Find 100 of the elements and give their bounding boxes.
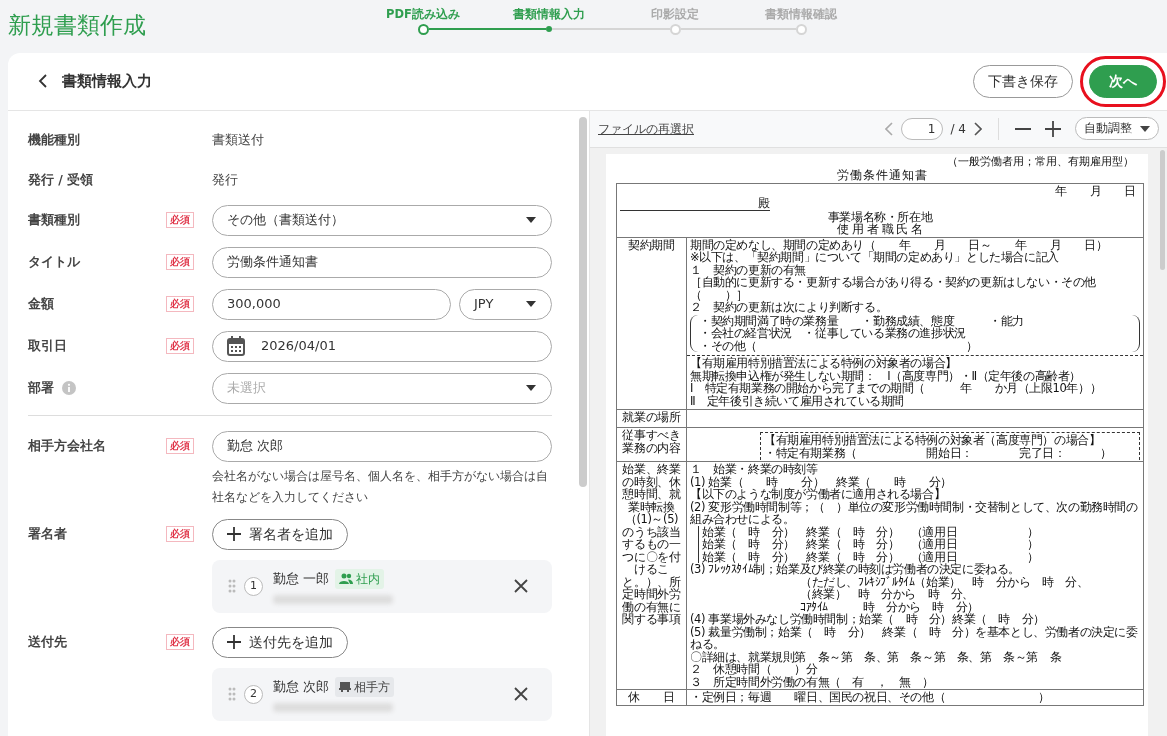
doc-text: ［自動的に更新する・更新する場合があり得る・契約の更新はしない・その他（ ）］ (690, 276, 1097, 301)
currency-select[interactable]: JPY (459, 288, 552, 320)
scrollbar[interactable] (1160, 149, 1165, 270)
caret-icon (525, 384, 537, 392)
doc-text: 始業（ 時 分） 終業（ 時 分） （適用日 ） (702, 525, 1040, 538)
calendar-icon (227, 336, 245, 356)
doc-text: ※以下は、「契約期間」について「期間の定めあり」とした場合に記入 (690, 251, 1059, 264)
help-text: 会社名がない場合は屋号名、個人名を、相手方がない場合は自社名などを入力してください (212, 467, 549, 506)
field-label: 機能種別 (28, 130, 80, 149)
step-label: 書類情報入力 (513, 6, 585, 22)
row-label: 従事すべき業務の内容 (616, 427, 687, 462)
doc-text: ２ 契約の更新は次により判断する。 (690, 301, 889, 314)
input-field[interactable]: 300,000 (212, 288, 451, 320)
select-field[interactable]: その他（書類送付） (212, 204, 552, 236)
doc-text: 期間の定めなし、期間の定めあり（ 年 月 日～ 年 月 日） (690, 238, 1109, 251)
required-badge: 必須 (166, 338, 194, 354)
person-name: 勤怠 一郎 (273, 569, 330, 588)
add-button[interactable]: 送付先を追加 (212, 626, 348, 658)
zoom-select[interactable]: 自動調整 (1075, 117, 1159, 140)
date-field[interactable]: 2026/04/01 (212, 330, 552, 362)
back-icon[interactable] (38, 74, 48, 88)
step-label: 書類情報確認 (765, 6, 837, 22)
caret-icon (525, 300, 537, 308)
close-icon[interactable] (514, 687, 528, 701)
plus-icon (227, 635, 241, 649)
doc-text: 無期転換申込権が発生しない期間： Ⅰ（高度専門）・Ⅱ（定年後の高齢者） (690, 369, 1083, 382)
input-field[interactable]: 勤怠 次郎 (212, 430, 552, 462)
field-label: 金額 (28, 294, 54, 313)
doc-text: ・契約期間満了時の業務量 ・勤務成績、態度 ・能力 (699, 314, 1025, 327)
doc-text: 〇詳細は、就業規則第 条～第 条、第 条～第 条、第 条～第 条 (690, 650, 1063, 663)
doc-text: ・定例日；毎週 曜日、国民の祝日、その他（ ） (690, 691, 1051, 704)
doc-text: 始業（ 時 分） 終業（ 時 分） （適用日 ） (702, 538, 1040, 551)
doc-text: 使 用 者 職 氏 名 (837, 223, 923, 236)
chevron-right-icon[interactable] (974, 121, 982, 136)
doc-text: 【以下のような制度が労働者に適用される場合】 (690, 488, 946, 501)
building-icon (339, 681, 352, 692)
people-icon (339, 573, 354, 584)
scrollbar[interactable] (579, 116, 587, 487)
input-field[interactable]: 労働条件通知書 (212, 246, 552, 278)
doc-text: ２ 休憩時間（ ）分 (690, 663, 818, 676)
required-badge: 必須 (166, 212, 194, 228)
doc-text: 始業（ 時 分） 終業（ 時 分） （適用日 ） (702, 550, 1040, 563)
row-label: 始業、終業の時刻、休憩時間、就業時転換（(1)～(5)のうち該当するもの一つに〇を付けること。）、所定時間外労働の有無に関する事項 (616, 461, 687, 690)
step-label: PDF読み込み (386, 6, 460, 22)
doc-text: (4) 事業場外みなし労働時間制；始業（ 時 分）終業（ 時 分） (690, 613, 1045, 626)
order-number: 2 (244, 684, 263, 704)
field-value: 書類送付 (212, 130, 264, 149)
doc-text: (5) 裁量労働制；始業（ 時 分） 終業（ 時 分）を基本とし、労働者の決定に委ねる。 (690, 625, 1139, 651)
field-label: 相手方会社名 (28, 436, 106, 455)
add-button[interactable]: 署名者を追加 (212, 518, 348, 550)
field-value: 発行 (212, 170, 238, 189)
doc-text: (1) 始業（ 時 分） 終業（ 時 分） (690, 475, 953, 488)
reselect-file-link[interactable]: ファイルの再選択 (598, 119, 694, 138)
doc-text: １ 契約の更新の有無 (690, 263, 807, 276)
tag-label: 相手方 (354, 678, 391, 696)
zoom-in-icon[interactable] (1045, 120, 1061, 137)
doc-title: 労働条件通知書 (835, 167, 929, 182)
caret-icon (525, 216, 537, 224)
doc-text: １ 始業・終業の時刻等 (690, 463, 819, 476)
page-title: 新規書類作成 (7, 11, 147, 40)
doc-text: Ⅰ 特定有期業務の開始から完了までの期間（ 年 か月（上限10年）） (690, 382, 1103, 395)
doc-text: 【有期雇用特別措置法による特例の対象者の場合】 (690, 357, 958, 370)
step-label: 印影設定 (651, 6, 699, 22)
doc-text: Ⅱ 定年後引き続いて雇用されている期間 (690, 394, 905, 407)
page-total: / 4 (950, 120, 966, 138)
doc-text: 年 月 日 (1053, 184, 1137, 197)
field-label: 取引日 (28, 336, 67, 355)
doc-text: ｺｱﾀｲﾑ 時 分から 時 分） (800, 600, 980, 613)
doc-text: ・会社の経営状況 ・従事している業務の進捗状況 (699, 327, 967, 340)
doc-text: ３ 所定時間外労働の有無（ 有 ， 無 ） (690, 675, 935, 688)
doc-text: (2) 変形労働時間制等；（ ）単位の変形労働時間制・交替制として、次の勤務時間の組み合わせによる。 (690, 500, 1139, 526)
section-title: 書類情報入力 (62, 70, 152, 92)
required-badge: 必須 (166, 634, 194, 650)
field-label: 送付先 (28, 632, 67, 651)
doc-text: （ただし、ﾌﾚｷｼﾌﾞﾙﾀｲﾑ（始業） 時 分から 時 分、 (800, 575, 1090, 588)
close-icon[interactable] (514, 579, 528, 593)
doc-text: 【有期雇用特別措置法による特例の対象者（高度専門）の場合】 (764, 434, 1102, 447)
tag-label: 社内 (356, 570, 381, 588)
doc-text: (3) ﾌﾚｯｸｽﾀｲﾑ制；始業及び終業の時刻は労働者の決定に委ねる。 (690, 563, 1021, 576)
drag-handle-icon[interactable] (228, 579, 236, 593)
row-label: 就業の場所 (616, 409, 687, 428)
field-label: 署名者 (28, 524, 67, 543)
person-name: 勤怠 次郎 (273, 677, 330, 696)
plus-icon (227, 527, 241, 541)
save-draft-button[interactable]: 下書き保存 (973, 64, 1073, 98)
doc-text: ・その他（ ） (699, 339, 979, 352)
doc-text: （一般労働者用；常用、有期雇用型） (946, 155, 1135, 168)
doc-text: （終業） 時 分から 時 分、 (800, 588, 974, 601)
required-badge: 必須 (166, 438, 194, 454)
doc-text: ・特定有期業務（ 開始日： 完了日： ） (764, 446, 1113, 459)
doc-text: 殿 (620, 197, 770, 211)
required-badge: 必須 (166, 254, 194, 270)
row-label: 休 日 (616, 689, 687, 705)
drag-handle-icon[interactable] (228, 687, 236, 701)
field-label: 部署 (28, 378, 54, 397)
row-label: 契約期間 (616, 237, 687, 410)
caret-icon (1140, 125, 1150, 132)
page-input[interactable]: 1 (900, 117, 943, 140)
field-label: 発行 / 受領 (28, 170, 94, 189)
field-label: タイトル (28, 252, 80, 271)
